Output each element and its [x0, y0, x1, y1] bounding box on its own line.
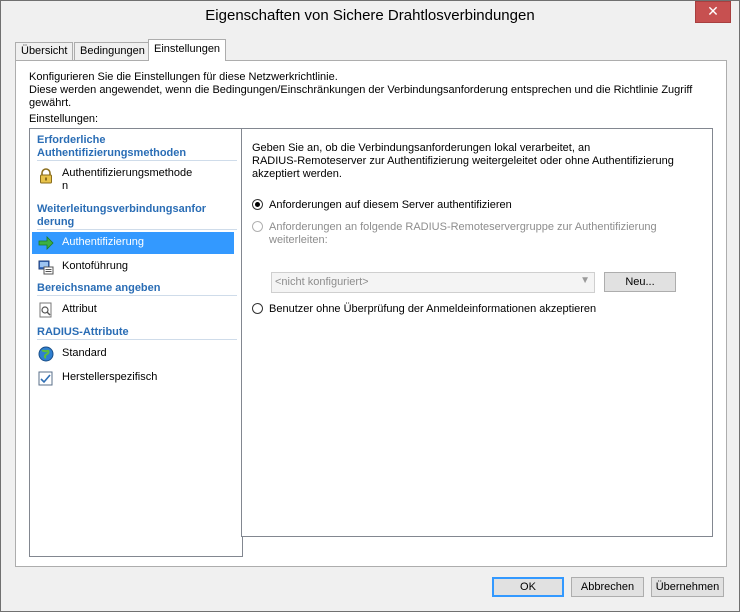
apply-button[interactable]: Übernehmen	[651, 577, 724, 597]
tab-overview[interactable]: Übersicht	[15, 42, 74, 60]
server-group-select[interactable]: <nicht konfiguriert> ▼	[271, 272, 595, 293]
detail-description-line: akzeptiert werden.	[252, 168, 342, 180]
tree-item-vendor-specific[interactable]: Herstellerspezifisch	[32, 367, 234, 389]
ok-button[interactable]: OK	[492, 577, 564, 597]
green-arrow-icon	[38, 235, 54, 251]
category-label: Erforderliche	[37, 134, 106, 146]
lock-icon	[38, 168, 54, 184]
cancel-button[interactable]: Abbrechen	[571, 577, 644, 597]
category-required-auth-methods: Erforderliche Authentifizierungsmethoden	[37, 134, 237, 161]
option-label-line: weiterleiten:	[269, 234, 328, 246]
option-label: Benutzer ohne Überprüfung der Anmeldeinf…	[269, 303, 597, 315]
window-title: Eigenschaften von Sichere Drahtlosverbin…	[205, 7, 535, 24]
tree-item-attribute[interactable]: Attribut	[32, 299, 234, 321]
radio-button[interactable]	[252, 303, 263, 314]
panel-description-line: Konfigurieren Sie die Einstellungen für …	[29, 71, 338, 83]
category-label: derung	[37, 216, 75, 228]
new-button[interactable]: Neu...	[604, 272, 676, 292]
tab-conditions[interactable]: Bedingungen	[74, 42, 151, 60]
settings-tree[interactable]: Erforderliche Authentifizierungsmethoden…	[29, 128, 243, 557]
chevron-down-icon: ▼	[580, 275, 590, 286]
attribute-icon	[38, 302, 54, 318]
settings-tab-panel: Konfigurieren Sie die Einstellungen für …	[15, 60, 727, 567]
radio-button[interactable]	[252, 199, 263, 210]
properties-dialog: Eigenschaften von Sichere Drahtlosverbin…	[0, 0, 740, 612]
category-label: Weiterleitungsverbindungsanfor	[37, 203, 207, 215]
accounting-icon	[38, 259, 54, 275]
settings-detail-pane: Geben Sie an, ob die Verbindungsanforder…	[241, 128, 713, 537]
detail-description: Geben Sie an, ob die Verbindungsanforder…	[252, 142, 674, 181]
title-bar: Eigenschaften von Sichere Drahtlosverbin…	[1, 1, 739, 31]
option-label-line: Anforderungen an folgende RADIUS-Remotes…	[269, 221, 657, 233]
detail-description-line: RADIUS-Remoteserver zur Authentifizierun…	[252, 155, 674, 167]
tree-item-label: Standard	[62, 347, 107, 359]
tree-item-label-line: Authentifizierungsmethode	[62, 167, 193, 179]
category-label: Authentifizierungsmethoden	[37, 147, 187, 159]
checklist-icon	[38, 370, 54, 386]
category-label: RADIUS-Attribute	[37, 326, 129, 338]
option-label: Anforderungen an folgende RADIUS-Remotes…	[269, 221, 657, 247]
category-label: Bereichsname angeben	[37, 282, 161, 294]
category-realm-name: Bereichsname angeben	[37, 282, 237, 296]
tree-item-authentication[interactable]: Authentifizierung	[32, 232, 234, 254]
tree-item-label: Herstellerspezifisch	[62, 371, 158, 383]
category-forward-request: Weiterleitungsverbindungsanfor derung	[37, 203, 237, 230]
panel-description-line: Diese werden angewendet, wenn die Beding…	[29, 84, 693, 109]
category-radius-attributes: RADIUS-Attribute	[37, 326, 237, 340]
tab-settings[interactable]: Einstellungen	[148, 39, 227, 61]
tree-item-label: Kontoführung	[62, 260, 129, 272]
tree-item-auth-methods[interactable]: Authentifizierungsmethode n	[32, 163, 234, 197]
tree-item-standard[interactable]: Standard	[32, 343, 234, 365]
close-button[interactable]: ✕	[695, 1, 731, 23]
globe-icon	[38, 346, 54, 362]
radio-button[interactable]	[252, 221, 263, 232]
detail-description-line: Geben Sie an, ob die Verbindungsanforder…	[252, 142, 591, 154]
settings-label: Einstellungen:	[29, 113, 99, 125]
select-value: <nicht konfiguriert>	[275, 276, 369, 288]
tree-item-label-line: n	[62, 180, 69, 192]
tree-item-label: Authentifizierung	[62, 236, 144, 248]
close-icon: ✕	[707, 3, 719, 19]
tree-item-label: Authentifizierungsmethode n	[62, 167, 192, 193]
tree-item-accounting[interactable]: Kontoführung	[32, 256, 234, 278]
panel-description: Konfigurieren Sie die Einstellungen für …	[29, 71, 726, 110]
option-label: Anforderungen auf diesem Server authenti…	[269, 199, 512, 211]
tree-item-label: Attribut	[62, 303, 97, 315]
